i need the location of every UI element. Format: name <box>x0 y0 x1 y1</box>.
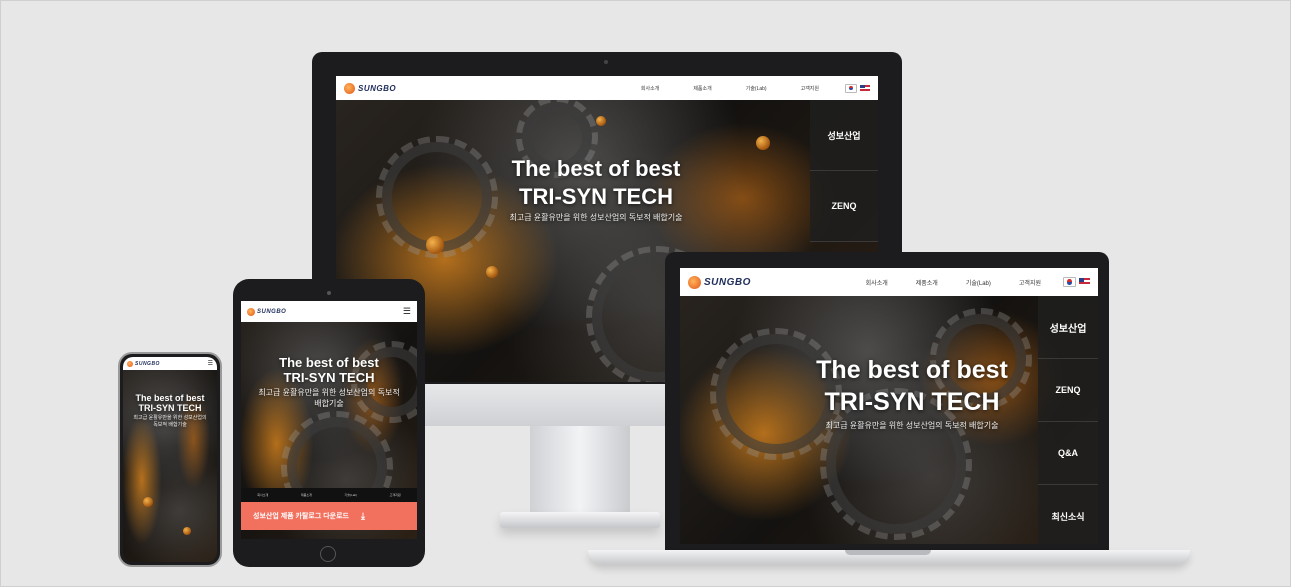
site-logo[interactable]: SUNGBO <box>247 307 287 316</box>
side-menu: 성보산업 ZENQ Q&A 최신소식 <box>1038 296 1098 544</box>
hero-title-line1: The best of best <box>279 355 379 370</box>
logo-text: SUNGBO <box>704 276 751 288</box>
tablet-home-button[interactable] <box>320 546 336 562</box>
hero-title: The best of best TRI-SYN TECH 최고급 윤활유만을 … <box>466 156 726 223</box>
site-logo[interactable]: SUNGBO <box>344 82 397 94</box>
catalog-download-button[interactable]: 성보산업 제품 카탈로그 다운로드 ⤓ <box>241 502 417 530</box>
main-nav: 회사소개 제품소개 기술(Lab) 고객지원 <box>641 85 819 92</box>
hero-subtitle-line1: 최고급 윤활유만을 위한 성보산업의 <box>133 415 207 421</box>
laptop-notch <box>845 550 931 555</box>
monitor-base <box>500 512 660 528</box>
hero-subtitle: 최고급 윤활유만을 위한 성보산업의 독보적 배합기술 <box>825 421 999 430</box>
side-item-sungbo[interactable]: 성보산업 <box>1038 296 1098 359</box>
nav-item-products[interactable]: 제품소개 <box>301 493 312 497</box>
side-item-sungbo[interactable]: 성보산업 <box>810 100 878 171</box>
hero-title: The best of best TRI-SYN TECH 최고급 윤활유만을 … <box>125 393 215 428</box>
hero-subtitle-line1: 최고급 윤활유만을 위한 성보산업의 독보적 <box>258 388 400 397</box>
nav-item-products[interactable]: 제품소개 <box>916 278 938 287</box>
tablet-screen: SUNGBO ☰ The best of best TRI-SYN TECH 최… <box>241 301 417 539</box>
oil-drop <box>183 527 191 535</box>
nav-item-support[interactable]: 고객지원 <box>801 85 819 92</box>
tablet-bottom-nav: 회사소개 제품소개 기술(Lab) 고객지원 <box>241 488 417 502</box>
nav-item-lab[interactable]: 기술(Lab) <box>966 278 991 287</box>
kr-flag-icon[interactable] <box>1063 277 1076 287</box>
oil-drop <box>426 236 444 254</box>
side-item-zenq[interactable]: ZENQ <box>810 171 878 242</box>
kr-flag-icon[interactable] <box>845 83 857 93</box>
nav-item-lab[interactable]: 기술(Lab) <box>746 85 767 92</box>
hero-title-line2: TRI-SYN TECH <box>824 388 1000 416</box>
site-header: SUNGBO ☰ <box>241 301 417 322</box>
logo-text: SUNGBO <box>358 83 397 93</box>
main-nav: 회사소개 제품소개 기술(Lab) 고객지원 <box>866 278 1041 287</box>
nav-item-support[interactable]: 고객지원 <box>1019 278 1041 287</box>
hero-subtitle-line2: 배합기술 <box>314 399 344 408</box>
hero-title-line1: The best of best <box>511 156 681 181</box>
oil-drop <box>756 136 770 150</box>
us-flag-icon[interactable] <box>860 84 870 92</box>
site-header: SUNGBO ☰ <box>123 357 217 370</box>
hero-background-image <box>123 357 217 562</box>
oil-drop <box>596 116 606 126</box>
hero-title: The best of best TRI-SYN TECH 최고급 윤활유만을 … <box>782 356 1042 431</box>
logo-text: SUNGBO <box>135 360 160 367</box>
site-logo[interactable]: SUNGBO <box>127 360 160 367</box>
nav-item-company[interactable]: 회사소개 <box>866 278 888 287</box>
sungbo-logo-icon <box>127 360 133 367</box>
sungbo-logo-icon <box>688 275 701 289</box>
site-logo[interactable]: SUNGBO <box>688 275 751 289</box>
site-header: SUNGBO 회사소개 제품소개 기술(Lab) 고객지원 <box>336 76 878 100</box>
hero-subtitle-line2: 독보적 배합기술 <box>153 422 187 428</box>
hero-subtitle: 최고급 윤활유만을 위한 성보산업의 독보적 배합기술 <box>509 213 683 222</box>
hero-title-line2: TRI-SYN TECH <box>519 184 673 209</box>
monitor-camera <box>604 60 608 64</box>
hero-title: The best of best TRI-SYN TECH 최고급 윤활유만을 … <box>249 355 409 409</box>
hamburger-menu-icon[interactable]: ☰ <box>403 306 411 317</box>
side-item-zenq[interactable]: ZENQ <box>1038 359 1098 422</box>
side-menu: 성보산업 ZENQ <box>810 100 878 242</box>
tablet-camera <box>327 291 331 295</box>
nav-item-company[interactable]: 회사소개 <box>257 493 268 497</box>
nav-item-products[interactable]: 제품소개 <box>693 85 711 92</box>
hero-title-line2: TRI-SYN TECH <box>283 370 375 385</box>
nav-item-company[interactable]: 회사소개 <box>641 85 659 92</box>
hero-title-line1: The best of best <box>135 393 205 403</box>
hero-title-line2: TRI-SYN TECH <box>138 403 202 413</box>
side-item-qna[interactable]: Q&A <box>1038 422 1098 485</box>
laptop-screen: SUNGBO 회사소개 제품소개 기술(Lab) 고객지원 The best o… <box>680 268 1098 544</box>
hero-title-line1: The best of best <box>816 356 1008 384</box>
oil-drop <box>486 266 498 278</box>
download-icon: ⤓ <box>361 510 365 521</box>
nav-item-lab[interactable]: 기술(Lab) <box>345 493 358 497</box>
phone-screen: SUNGBO ☰ The best of best TRI-SYN TECH 최… <box>123 357 217 562</box>
site-header: SUNGBO 회사소개 제품소개 기술(Lab) 고객지원 <box>680 268 1098 296</box>
hamburger-menu-icon[interactable]: ☰ <box>208 360 213 367</box>
logo-text: SUNGBO <box>257 308 287 315</box>
side-item-news[interactable]: 최신소식 <box>1038 485 1098 544</box>
us-flag-icon[interactable] <box>1079 278 1090 286</box>
sungbo-logo-icon <box>344 82 355 94</box>
sungbo-logo-icon <box>247 307 255 316</box>
catalog-download-label: 성보산업 제품 카탈로그 다운로드 <box>253 513 349 520</box>
nav-item-support[interactable]: 고객지원 <box>390 493 401 497</box>
oil-drop <box>143 497 153 507</box>
